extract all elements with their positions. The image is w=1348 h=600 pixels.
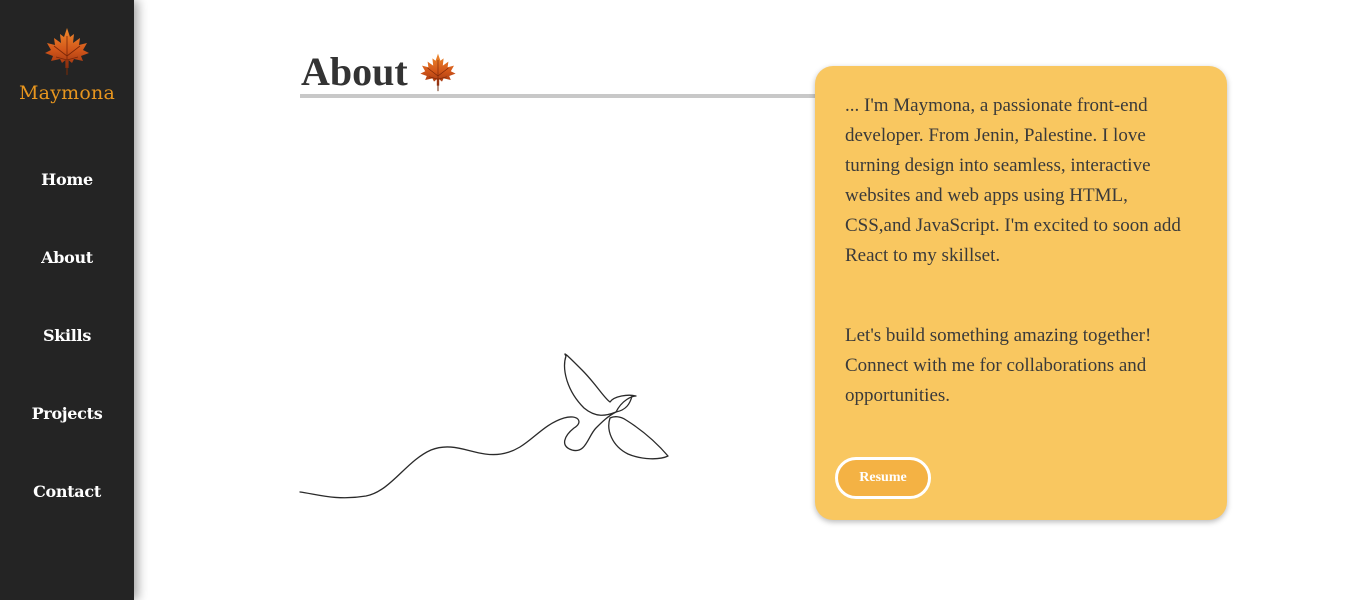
nav-item-skills: Skills bbox=[0, 323, 134, 401]
logo[interactable]: Maymona bbox=[0, 26, 134, 104]
about-paragraph-2: Let's build something amazing together! … bbox=[845, 325, 1152, 406]
about-card: ... I'm Maymona, a passionate front-end … bbox=[815, 66, 1227, 520]
nav-item-projects: Projects bbox=[0, 401, 134, 479]
page: Maymona Home About Skills Projects Conta… bbox=[0, 0, 1348, 600]
maple-leaf-icon bbox=[418, 52, 458, 92]
section-title: About bbox=[301, 48, 458, 96]
bird-line-art bbox=[299, 353, 669, 499]
nav-item-about: About bbox=[0, 245, 134, 323]
resume-button[interactable]: Resume bbox=[835, 457, 931, 499]
brand-name: Maymona bbox=[19, 82, 115, 104]
about-paragraph-1: ... I'm Maymona, a passionate front-end … bbox=[845, 95, 1181, 266]
nav-link-projects[interactable]: Projects bbox=[32, 401, 103, 427]
section-title-text: About bbox=[301, 49, 408, 94]
nav-item-contact: Contact bbox=[0, 479, 134, 557]
sidebar: Maymona Home About Skills Projects Conta… bbox=[0, 0, 134, 600]
nav-link-home[interactable]: Home bbox=[41, 167, 93, 193]
nav-link-about[interactable]: About bbox=[41, 245, 93, 271]
nav-item-home: Home bbox=[0, 167, 134, 245]
nav-link-skills[interactable]: Skills bbox=[43, 323, 91, 349]
nav-menu: Home About Skills Projects Contact bbox=[0, 167, 134, 557]
maple-leaf-icon bbox=[42, 26, 92, 76]
nav-link-contact[interactable]: Contact bbox=[33, 479, 101, 505]
title-underline bbox=[300, 94, 820, 98]
